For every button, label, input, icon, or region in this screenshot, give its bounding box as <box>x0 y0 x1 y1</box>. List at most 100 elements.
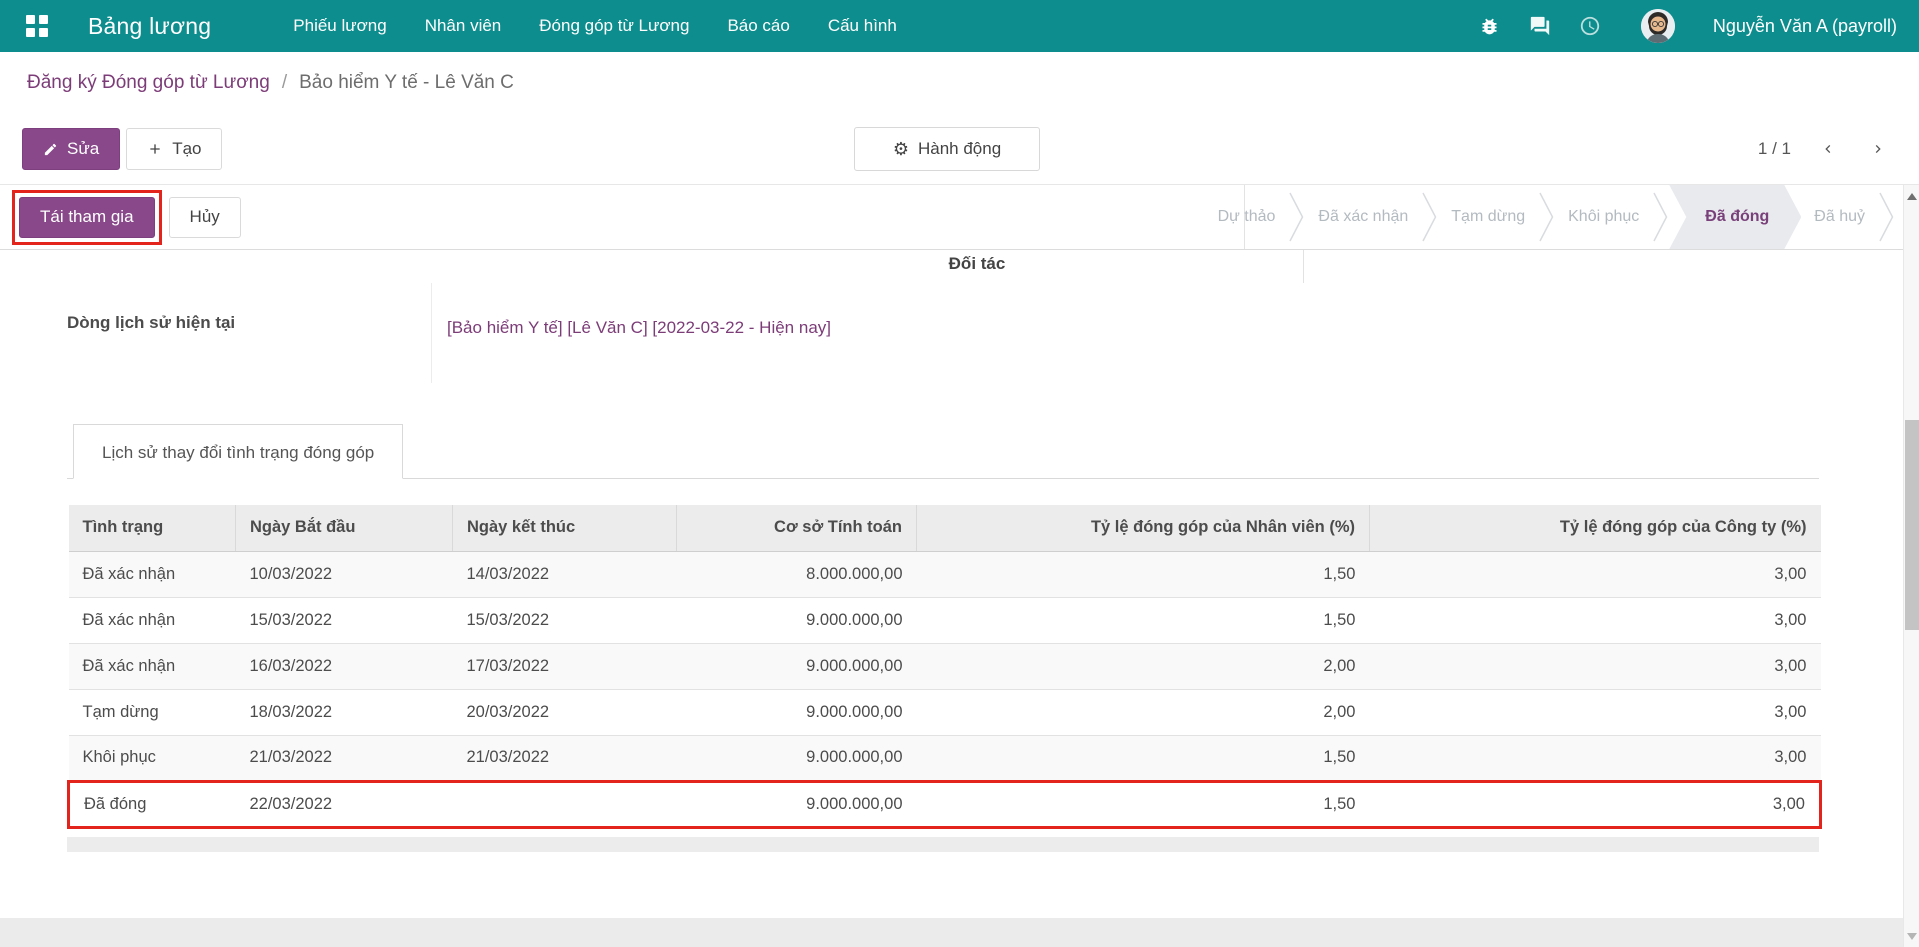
table-cell: Đã đóng <box>69 781 236 827</box>
table-body: Đã xác nhận10/03/202214/03/20228.000.000… <box>69 551 1821 827</box>
table-cell: Đã xác nhận <box>69 551 236 597</box>
table-row[interactable]: Đã xác nhận15/03/202215/03/20229.000.000… <box>69 597 1821 643</box>
chat-icon[interactable] <box>1529 15 1551 37</box>
pager-value[interactable]: 1 / 1 <box>1758 139 1791 159</box>
apps-menu-icon[interactable] <box>26 15 48 37</box>
breadcrumb-separator: / <box>282 72 287 94</box>
table-cell: 15/03/2022 <box>236 597 453 643</box>
table-row[interactable]: Đã xác nhận16/03/202217/03/20229.000.000… <box>69 643 1821 689</box>
group-cell-border <box>1303 250 1304 283</box>
table-cell: 16/03/2022 <box>236 643 453 689</box>
scrollbar-up-icon[interactable] <box>1904 187 1919 205</box>
group-title-partner: Đối tác <box>872 254 1082 274</box>
navbar-menu: Phiếu lương Nhân viên Đóng góp từ Lương Báo… <box>293 16 897 36</box>
nav-menu-item-3[interactable]: Báo cáo <box>727 16 789 36</box>
page-background-bottom <box>0 918 1919 947</box>
form-sheet: Đối tác Dòng lịch sử hiện tại [Bảo hiểm … <box>0 250 1919 918</box>
table-row[interactable]: Đã xác nhận10/03/202214/03/20228.000.000… <box>69 551 1821 597</box>
table-cell: 21/03/2022 <box>236 735 453 781</box>
table-row[interactable]: Tạm dừng18/03/202220/03/20229.000.000,00… <box>69 689 1821 735</box>
table-cell: 3,00 <box>1370 551 1821 597</box>
table-cell: 2,00 <box>917 689 1370 735</box>
history-table: Tình trạngNgày Bắt đầuNgày kết thúcCơ sở… <box>67 505 1822 829</box>
table-row-highlighted[interactable]: Đã đóng22/03/20229.000.000,001,503,00 <box>69 781 1821 827</box>
column-header-5[interactable]: Tỷ lệ đóng góp của Công ty (%) <box>1370 505 1821 551</box>
column-header-1[interactable]: Ngày Bắt đầu <box>236 505 453 551</box>
table-footer-strip <box>67 837 1819 852</box>
clock-icon[interactable] <box>1579 15 1601 37</box>
table-cell: 3,00 <box>1370 735 1821 781</box>
nav-menu-item-0[interactable]: Phiếu lương <box>293 16 386 36</box>
step-arrow-separator-icon <box>1288 185 1305 249</box>
control-panel: Sửa Tạo ⚙ Hành động 1 / 1 <box>0 114 1919 184</box>
nav-menu-item-2[interactable]: Đóng góp từ Lương <box>539 16 689 36</box>
table-header-row: Tình trạngNgày Bắt đầuNgày kết thúcCơ sở… <box>69 505 1821 551</box>
bug-icon[interactable] <box>1479 15 1501 37</box>
top-navbar: Bảng lương Phiếu lương Nhân viên Đóng góp … <box>0 0 1919 52</box>
step-arrow-separator-icon <box>1538 185 1555 249</box>
breadcrumb-parent-link[interactable]: Đăng ký Đóng góp từ Lương <box>27 72 270 94</box>
column-header-3[interactable]: Cơ sở Tính toán <box>677 505 917 551</box>
status-step-3[interactable]: Khôi phục <box>1555 185 1652 249</box>
table-cell: 9.000.000,00 <box>677 781 917 827</box>
user-avatar[interactable] <box>1641 9 1675 43</box>
rejoin-button[interactable]: Tái tham gia <box>19 197 155 238</box>
step-arrow-separator-icon <box>1652 185 1669 249</box>
table-row[interactable]: Khôi phục21/03/202221/03/20229.000.000,0… <box>69 735 1821 781</box>
table-cell: 17/03/2022 <box>453 643 677 689</box>
create-button[interactable]: Tạo <box>126 128 222 170</box>
field-cell-border <box>431 283 432 383</box>
create-button-label: Tạo <box>172 139 201 159</box>
table-cell <box>453 781 677 827</box>
pager: 1 / 1 <box>1758 136 1891 162</box>
table-cell: 2,00 <box>917 643 1370 689</box>
cancel-button[interactable]: Hủy <box>169 197 241 238</box>
app-name[interactable]: Bảng lương <box>88 13 211 40</box>
nav-menu-item-4[interactable]: Cấu hình <box>828 16 897 36</box>
status-step-1[interactable]: Đã xác nhận <box>1305 185 1421 249</box>
nav-menu-item-1[interactable]: Nhân viên <box>425 16 502 36</box>
edit-button[interactable]: Sửa <box>22 128 120 170</box>
status-step-4-active[interactable]: Đã đóng <box>1669 185 1801 249</box>
table-cell: 18/03/2022 <box>236 689 453 735</box>
table-cell: 1,50 <box>917 551 1370 597</box>
column-header-2[interactable]: Ngày kết thúc <box>453 505 677 551</box>
table-cell: 14/03/2022 <box>453 551 677 597</box>
step-arrow-separator-icon <box>1878 185 1895 249</box>
table-cell: 9.000.000,00 <box>677 689 917 735</box>
status-step-5[interactable]: Đã huỷ <box>1801 185 1878 249</box>
vertical-scrollbar[interactable] <box>1903 185 1919 947</box>
tab-contribution-history[interactable]: Lịch sử thay đổi tình trạng đóng góp <box>73 424 403 479</box>
history-field-label: Dòng lịch sử hiện tại <box>67 313 235 333</box>
table-cell: 3,00 <box>1370 643 1821 689</box>
table-cell: Đã xác nhận <box>69 597 236 643</box>
table-cell: 8.000.000,00 <box>677 551 917 597</box>
pencil-icon <box>43 142 58 157</box>
gear-icon: ⚙ <box>893 140 909 158</box>
table-cell: 3,00 <box>1370 781 1821 827</box>
table-cell: Khôi phục <box>69 735 236 781</box>
table-cell: Đã xác nhận <box>69 643 236 689</box>
notebook-tabs: Lịch sử thay đổi tình trạng đóng góp <box>67 424 1819 479</box>
pager-next-icon[interactable] <box>1865 136 1891 162</box>
table-cell: 15/03/2022 <box>453 597 677 643</box>
user-name[interactable]: Nguyễn Văn A (payroll) <box>1713 16 1897 37</box>
table-cell: 22/03/2022 <box>236 781 453 827</box>
action-menu-button[interactable]: ⚙ Hành động <box>854 127 1040 171</box>
statusbar: Tái tham gia Hủy Dự thảoĐã xác nhận Tạm d… <box>0 184 1919 250</box>
edit-button-label: Sửa <box>67 139 99 159</box>
status-step-2[interactable]: Tạm dừng <box>1438 185 1538 249</box>
table-cell: 9.000.000,00 <box>677 643 917 689</box>
scrollbar-thumb[interactable] <box>1905 420 1919 630</box>
systray: Nguyễn Văn A (payroll) <box>1479 9 1897 43</box>
table-cell: 9.000.000,00 <box>677 735 917 781</box>
pager-previous-icon[interactable] <box>1815 136 1841 162</box>
column-header-4[interactable]: Tỷ lệ đóng góp của Nhân viên (%) <box>917 505 1370 551</box>
history-field-value-link[interactable]: [Bảo hiểm Y tế] [Lê Văn C] [2022-03-22 -… <box>447 310 832 345</box>
plus-icon <box>147 141 163 157</box>
table-cell: 9.000.000,00 <box>677 597 917 643</box>
status-step-0[interactable]: Dự thảo <box>1205 185 1289 249</box>
scrollbar-down-icon[interactable] <box>1904 927 1919 945</box>
breadcrumb: Đăng ký Đóng góp từ Lương / Bảo hiểm Y t… <box>0 52 1919 114</box>
column-header-0[interactable]: Tình trạng <box>69 505 236 551</box>
